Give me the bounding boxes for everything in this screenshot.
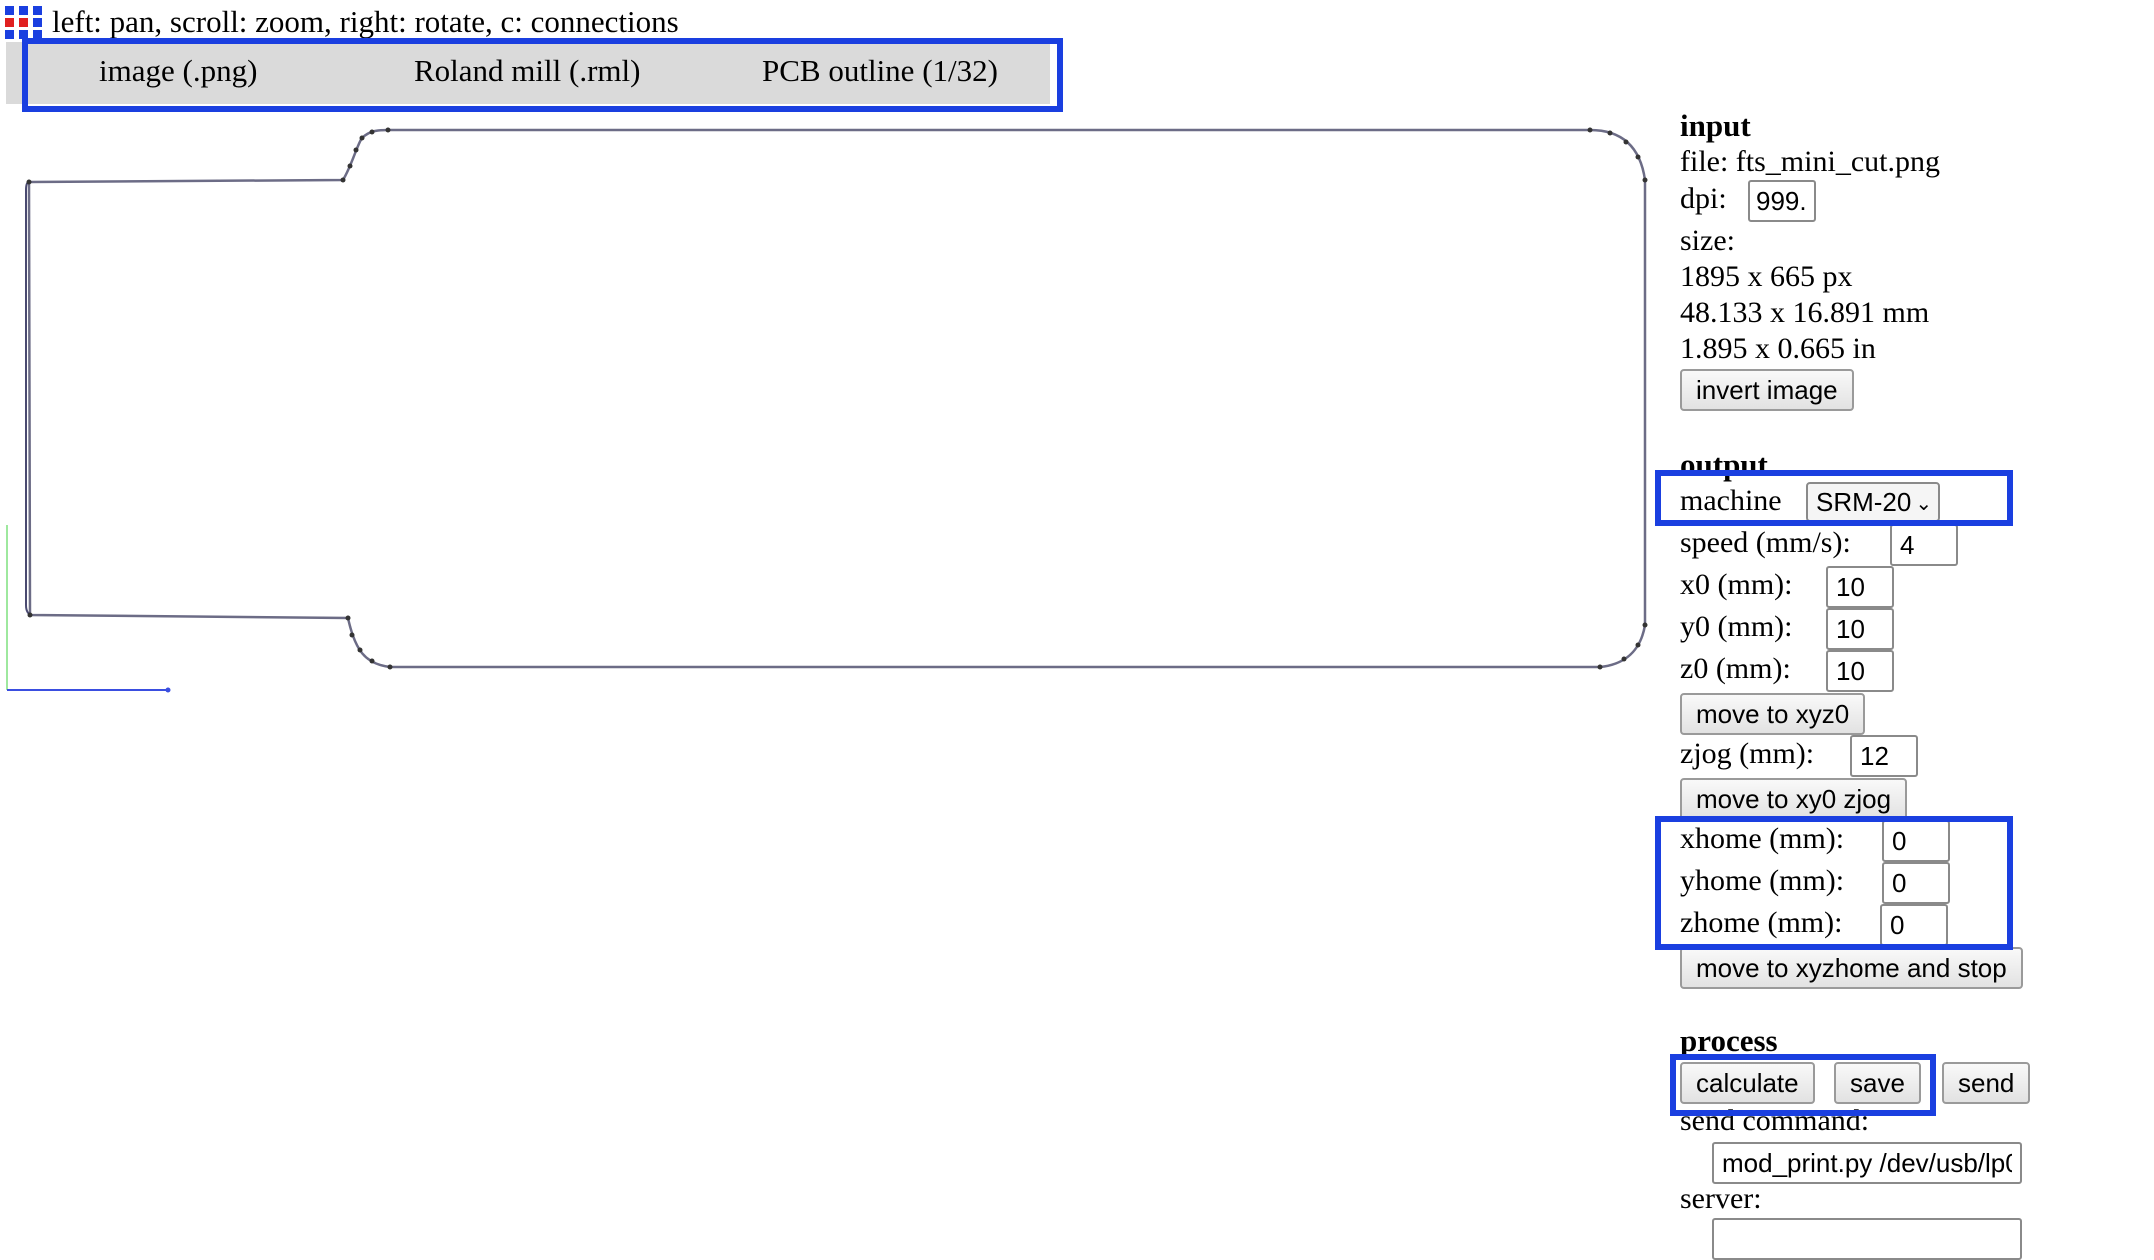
send-command-input[interactable] (1712, 1142, 2022, 1184)
input-heading: input (1680, 108, 1751, 143)
move-to-xyzhome-button[interactable]: move to xyzhome and stop (1680, 947, 2023, 989)
invert-image-button[interactable]: invert image (1680, 369, 1854, 411)
x0-input[interactable] (1826, 566, 1894, 608)
z0-label: z0 (mm): (1680, 652, 1791, 685)
send-command-label: send command: (1680, 1104, 1870, 1137)
output-heading: output (1680, 447, 1768, 482)
zhome-input[interactable] (1880, 904, 1948, 946)
pcb-outline-toolpath (27, 128, 1647, 669)
machine-label: machine (1680, 484, 1782, 517)
yhome-input[interactable] (1882, 862, 1950, 904)
y0-input[interactable] (1826, 608, 1894, 650)
yhome-label: yhome (mm): (1680, 864, 1845, 897)
input-file: file: fts_mini_cut.png (1680, 145, 1940, 178)
zjog-input[interactable] (1850, 735, 1918, 777)
save-button[interactable]: save (1834, 1062, 1921, 1104)
machine-select[interactable]: SRM-20 ⌄ (1806, 482, 1941, 522)
x0-label: x0 (mm): (1680, 568, 1793, 601)
move-to-xyz0-button[interactable]: move to xyz0 (1680, 693, 1866, 735)
move-to-xy0-zjog-button[interactable]: move to xy0 zjog (1680, 778, 1908, 820)
machine-value: SRM-20 (1816, 487, 1912, 517)
chevron-down-icon: ⌄ (1915, 493, 1933, 516)
size-label: size: (1680, 224, 1735, 257)
size-mm: 48.133 x 16.891 mm (1680, 296, 1930, 329)
zhome-label: zhome (mm): (1680, 906, 1843, 939)
xhome-label: xhome (mm): (1680, 822, 1845, 855)
toolpath-points (26, 127, 1648, 670)
xhome-input[interactable] (1882, 820, 1950, 862)
z0-input[interactable] (1826, 650, 1894, 692)
send-button[interactable]: send (1942, 1062, 2031, 1104)
y0-label: y0 (mm): (1680, 610, 1793, 643)
process-heading: process (1680, 1023, 1778, 1058)
toolpath-view[interactable] (0, 0, 1660, 720)
zjog-label: zjog (mm): (1680, 737, 1815, 770)
calculate-button[interactable]: calculate (1680, 1062, 1815, 1104)
size-in: 1.895 x 0.665 in (1680, 332, 1876, 365)
speed-input[interactable] (1890, 524, 1958, 566)
dpi-label: dpi: (1680, 182, 1727, 215)
server-label: server: (1680, 1182, 1762, 1215)
dpi-input[interactable] (1748, 180, 1816, 222)
speed-label: speed (mm/s): (1680, 526, 1851, 559)
size-px: 1895 x 665 px (1680, 260, 1853, 293)
server-input[interactable] (1712, 1218, 2022, 1260)
